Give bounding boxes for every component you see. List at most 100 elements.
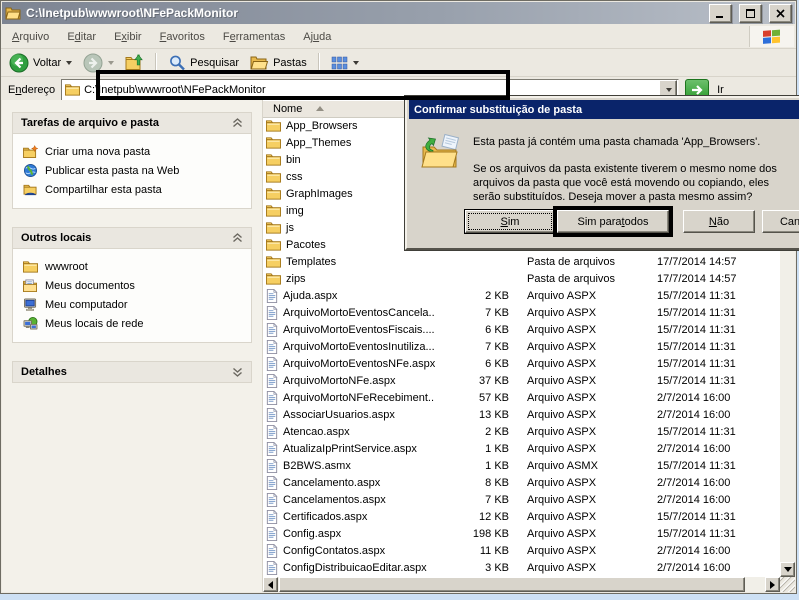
search-button[interactable]: Pesquisar	[164, 52, 243, 74]
cell-date: 15/7/2014 11:31	[655, 460, 773, 472]
close-icon	[776, 9, 785, 18]
dialog-titlebar[interactable]: Confirmar substituição de pasta	[409, 100, 799, 119]
cell-date: 2/7/2014 16:00	[655, 562, 773, 574]
scroll-left-button[interactable]	[263, 577, 278, 592]
menu-bar: ArquivoEditarExibirFavoritosFerramentasA…	[1, 25, 796, 49]
minimize-button[interactable]	[709, 4, 732, 23]
sidebar-item-meus-locais-de-rede[interactable]: Meus locais de rede	[19, 314, 247, 333]
sidebar-item-meu-computador[interactable]: Meu computador	[19, 295, 247, 314]
table-row[interactable]: zipsPasta de arquivos17/7/2014 14:57	[263, 270, 780, 287]
table-row[interactable]: TemplatesPasta de arquivos17/7/2014 14:5…	[263, 253, 780, 270]
aspx-file-icon	[266, 527, 278, 541]
menu-item-exibir[interactable]: Exibir	[105, 28, 151, 46]
window-titlebar[interactable]: C:\Inetpub\wwwroot\NFePackMonitor	[2, 2, 795, 24]
cell-date: 15/7/2014 11:31	[655, 307, 773, 319]
aspx-file-icon	[266, 510, 278, 524]
aspx-file-icon	[266, 544, 278, 558]
table-row[interactable]: AtualizaIpPrintService.aspx1 KBArquivo A…	[263, 440, 780, 457]
menu-item-ferramentas[interactable]: Ferramentas	[214, 28, 294, 46]
table-row[interactable]: B2BWS.asmx1 KBArquivo ASMX15/7/2014 11:3…	[263, 457, 780, 474]
table-row[interactable]: Certificados.aspx12 KBArquivo ASPX15/7/2…	[263, 508, 780, 525]
table-row[interactable]: ArquivoMortoEventosCancela...7 KBArquivo…	[263, 304, 780, 321]
file-name: Atencao.aspx	[283, 426, 350, 438]
table-row[interactable]: ArquivoMortoNFeRecebiment...57 KBArquivo…	[263, 389, 780, 406]
cell-size: 7 KB	[435, 307, 515, 319]
sidebar-item-compartilhar-esta-pasta[interactable]: Compartilhar esta pasta	[19, 180, 247, 199]
menu-item-ajuda[interactable]: Ajuda	[294, 28, 340, 46]
go-arrow-icon	[690, 84, 704, 96]
aspx-file-icon	[266, 493, 278, 507]
maximize-button[interactable]	[739, 4, 762, 23]
back-dropdown-icon[interactable]	[66, 61, 72, 65]
nao-button[interactable]: Não	[683, 210, 755, 233]
forward-icon	[83, 53, 103, 73]
panel-header-outros-locais[interactable]: Outros locais	[13, 228, 251, 249]
scroll-right-button[interactable]	[765, 577, 780, 592]
views-button[interactable]	[327, 54, 363, 72]
horizontal-scrollbar[interactable]	[263, 577, 780, 592]
back-button[interactable]: Voltar	[5, 51, 76, 75]
table-row[interactable]: Cancelamento.aspx8 KBArquivo ASPX2/7/201…	[263, 474, 780, 491]
folder-icon	[65, 83, 80, 96]
horizontal-scroll-thumb[interactable]	[279, 577, 745, 592]
forward-dropdown-icon[interactable]	[108, 61, 114, 65]
table-row[interactable]: AssociarUsuarios.aspx13 KBArquivo ASPX2/…	[263, 406, 780, 423]
network-icon	[23, 317, 38, 330]
menu-item-arquivo[interactable]: Arquivo	[3, 28, 58, 46]
cell-name: ConfigContatos.aspx	[263, 544, 435, 558]
table-row[interactable]: Atencao.aspx2 KBArquivo ASPX15/7/2014 11…	[263, 423, 780, 440]
table-row[interactable]: Cancelamentos.aspx7 KBArquivo ASPX2/7/20…	[263, 491, 780, 508]
file-name: ConfigContatos.aspx	[283, 545, 385, 557]
up-button[interactable]	[121, 52, 148, 73]
cell-name: ArquivoMortoEventosNFe.aspx	[263, 357, 435, 371]
menu-item-favoritos[interactable]: Favoritos	[151, 28, 214, 46]
panel-body: wwwroot Meus documentosMeu computadorMeus…	[13, 249, 251, 342]
table-row[interactable]: ArquivoMortoEventosNFe.aspx6 KBArquivo A…	[263, 355, 780, 372]
file-name: AtualizaIpPrintService.aspx	[283, 443, 417, 455]
file-name: GraphImages	[286, 188, 353, 200]
folders-button[interactable]: Pastas	[246, 53, 311, 72]
scroll-right-icon	[770, 581, 775, 589]
cell-type: Arquivo ASPX	[515, 528, 655, 540]
scroll-down-icon	[784, 567, 792, 572]
sidebar-item-wwwroot[interactable]: wwwroot	[19, 257, 247, 276]
cell-name: Ajuda.aspx	[263, 289, 435, 303]
table-row[interactable]: ArquivoMortoEventosFiscais....6 KBArquiv…	[263, 321, 780, 338]
panel-header-tarefas-de-arquivo-e-pasta[interactable]: Tarefas de arquivo e pasta	[13, 113, 251, 134]
views-dropdown-icon[interactable]	[353, 61, 359, 65]
dialog-message-line1: Esta pasta já contém uma pasta chamada '…	[473, 135, 795, 149]
menu-item-editar[interactable]: Editar	[58, 28, 105, 46]
cell-date: 2/7/2014 16:00	[655, 409, 773, 421]
cell-size: 2 KB	[435, 426, 515, 438]
cancelar-button[interactable]: Cancelar	[762, 210, 799, 233]
table-row[interactable]: ArquivoMortoNFe.aspx37 KBArquivo ASPX15/…	[263, 372, 780, 389]
cell-name: zips	[263, 272, 435, 285]
scroll-down-button[interactable]	[780, 562, 795, 577]
sidebar-item-criar-uma-nova-pasta[interactable]: Criar uma nova pasta	[19, 142, 247, 161]
folder-icon	[266, 119, 281, 132]
new-folder-icon	[23, 145, 38, 158]
table-row[interactable]: ArquivoMortoEventosInutiliza...7 KBArqui…	[263, 338, 780, 355]
sim-button[interactable]: Sim	[465, 210, 555, 233]
menu-items: ArquivoEditarExibirFavoritosFerramentasA…	[3, 31, 340, 43]
forward-button[interactable]	[79, 51, 118, 75]
table-row[interactable]: Ajuda.aspx2 KBArquivo ASPX15/7/2014 11:3…	[263, 287, 780, 304]
cell-size: 11 KB	[435, 545, 515, 557]
file-name: ConfigDistribuicaoEditar.aspx	[283, 562, 427, 574]
sidebar-item-meus-documentos[interactable]: Meus documentos	[19, 276, 247, 295]
resize-grip[interactable]	[780, 577, 795, 592]
dialog-message-line2: Se os arquivos da pasta existente tivere…	[473, 162, 795, 204]
table-row[interactable]: ConfigContatos.aspx11 KBArquivo ASPX2/7/…	[263, 542, 780, 559]
cell-date: 15/7/2014 11:31	[655, 290, 773, 302]
table-row[interactable]: ConfigDistribuicaoEditar.aspx3 KBArquivo…	[263, 559, 780, 576]
close-button[interactable]	[769, 4, 792, 23]
sidebar-item-publicar-esta-pasta-na-web[interactable]: Publicar esta pasta na Web	[19, 161, 247, 180]
sim-para-todos-button[interactable]: Sim para todos	[557, 210, 669, 233]
dialog-title: Confirmar substituição de pasta	[414, 104, 582, 116]
table-row[interactable]: Config.aspx198 KBArquivo ASPX15/7/2014 1…	[263, 525, 780, 542]
sidebar-item-label: wwwroot	[45, 261, 88, 273]
cell-name: Templates	[263, 255, 435, 268]
panel-header-detalhes[interactable]: Detalhes	[13, 362, 251, 382]
file-name: Cancelamentos.aspx	[283, 494, 386, 506]
file-name: App_Themes	[286, 137, 351, 149]
